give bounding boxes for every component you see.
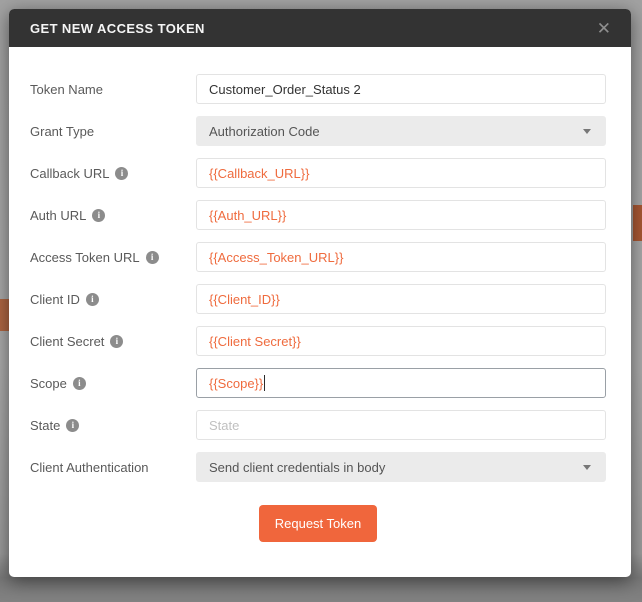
field-control bbox=[196, 200, 606, 230]
field-label: Client Secret i bbox=[30, 334, 196, 349]
client-id-label: Client ID bbox=[30, 291, 80, 307]
dialog-title: GET NEW ACCESS TOKEN bbox=[30, 20, 205, 36]
field-label: Client ID i bbox=[30, 292, 196, 307]
client-secret-label: Client Secret bbox=[30, 333, 105, 349]
field-control bbox=[196, 242, 606, 272]
field-label: Token Name bbox=[30, 82, 196, 97]
form-row-client-id: Client ID i bbox=[30, 284, 606, 314]
auth-url-label: Auth URL bbox=[30, 207, 87, 223]
info-icon[interactable]: i bbox=[72, 376, 86, 390]
scope-label: Scope bbox=[30, 375, 67, 391]
dialog-body: Token Name Grant Type Authorization Code… bbox=[9, 47, 631, 542]
client-id-input[interactable] bbox=[196, 284, 606, 314]
grant-type-select[interactable]: Authorization Code bbox=[196, 116, 606, 146]
field-control bbox=[196, 326, 606, 356]
text-cursor bbox=[264, 375, 266, 391]
form-row-token-name: Token Name bbox=[30, 74, 606, 104]
token-name-label: Token Name bbox=[30, 81, 103, 97]
field-label: Scope i bbox=[30, 376, 196, 391]
state-input[interactable] bbox=[196, 410, 606, 440]
field-label: Access Token URL i bbox=[30, 250, 196, 265]
scope-input[interactable]: {{Scope}} bbox=[196, 368, 606, 398]
form-row-auth-url: Auth URL i bbox=[30, 200, 606, 230]
form-row-client-secret: Client Secret i bbox=[30, 326, 606, 356]
dialog-footer: Request Token bbox=[30, 505, 606, 542]
auth-url-input[interactable] bbox=[196, 200, 606, 230]
info-icon[interactable]: i bbox=[66, 418, 80, 432]
chevron-down-icon bbox=[583, 129, 591, 134]
field-label: Client Authentication bbox=[30, 460, 196, 475]
info-icon[interactable]: i bbox=[115, 166, 129, 180]
backdrop-artifact bbox=[633, 205, 642, 241]
client-secret-input[interactable] bbox=[196, 326, 606, 356]
grant-type-label: Grant Type bbox=[30, 123, 95, 139]
access-token-url-label: Access Token URL bbox=[30, 249, 140, 265]
close-icon[interactable]: ✕ bbox=[593, 18, 615, 39]
field-control bbox=[196, 74, 606, 104]
form-row-state: State i bbox=[30, 410, 606, 440]
field-control: Send client credentials in body bbox=[196, 452, 606, 482]
callback-url-input[interactable] bbox=[196, 158, 606, 188]
field-label: Callback URL i bbox=[30, 166, 196, 181]
form-row-callback-url: Callback URL i bbox=[30, 158, 606, 188]
scope-value: {{Scope}} bbox=[209, 375, 264, 391]
form-row-scope: Scope i {{Scope}} bbox=[30, 368, 606, 398]
grant-type-selected-value: Authorization Code bbox=[209, 123, 320, 139]
field-control: Authorization Code bbox=[196, 116, 606, 146]
request-token-button[interactable]: Request Token bbox=[258, 505, 378, 542]
field-control bbox=[196, 158, 606, 188]
client-authentication-select[interactable]: Send client credentials in body bbox=[196, 452, 606, 482]
field-control bbox=[196, 284, 606, 314]
field-control: {{Scope}} bbox=[196, 368, 606, 398]
info-icon[interactable]: i bbox=[92, 208, 106, 222]
form-row-grant-type: Grant Type Authorization Code bbox=[30, 116, 606, 146]
field-control bbox=[196, 410, 606, 440]
chevron-down-icon bbox=[583, 465, 591, 470]
field-label: Auth URL i bbox=[30, 208, 196, 223]
form-row-access-token-url: Access Token URL i bbox=[30, 242, 606, 272]
info-icon[interactable]: i bbox=[145, 250, 159, 264]
info-icon[interactable]: i bbox=[110, 334, 124, 348]
get-new-access-token-dialog: GET NEW ACCESS TOKEN ✕ Token Name Grant … bbox=[9, 9, 631, 577]
dialog-header: GET NEW ACCESS TOKEN ✕ bbox=[9, 9, 631, 47]
info-icon[interactable]: i bbox=[85, 292, 99, 306]
state-label: State bbox=[30, 417, 61, 433]
field-label: State i bbox=[30, 418, 196, 433]
client-authentication-selected-value: Send client credentials in body bbox=[209, 459, 386, 475]
backdrop-artifact bbox=[0, 299, 9, 331]
callback-url-label: Callback URL bbox=[30, 165, 110, 181]
client-authentication-label: Client Authentication bbox=[30, 459, 149, 475]
token-name-input[interactable] bbox=[196, 74, 606, 104]
access-token-url-input[interactable] bbox=[196, 242, 606, 272]
form-row-client-authentication: Client Authentication Send client creden… bbox=[30, 452, 606, 482]
field-label: Grant Type bbox=[30, 124, 196, 139]
